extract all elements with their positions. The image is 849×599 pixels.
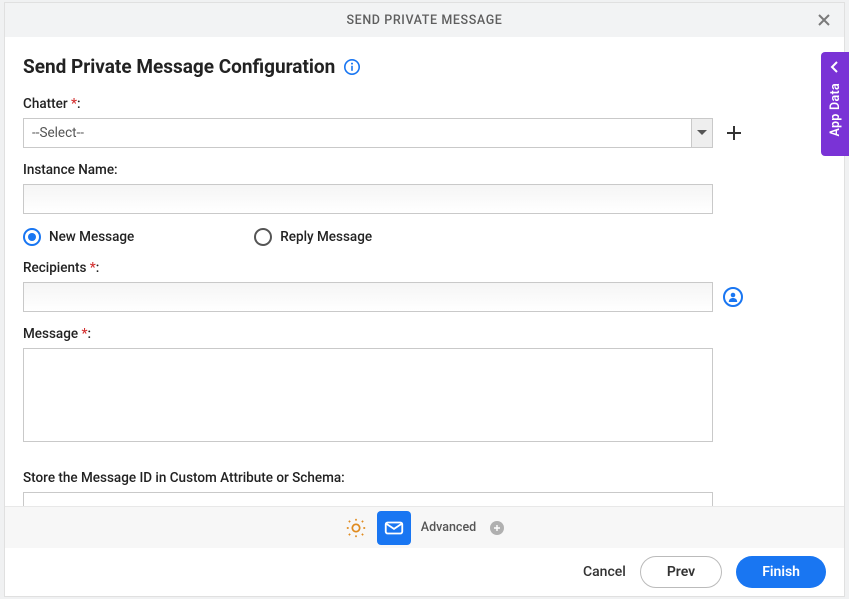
close-icon bbox=[816, 12, 832, 28]
content-area: Send Private Message Configuration Chatt… bbox=[5, 37, 844, 506]
recipients-row bbox=[23, 282, 826, 312]
field-chatter: Chatter *: bbox=[23, 96, 826, 148]
radio-indicator bbox=[23, 228, 41, 246]
user-icon bbox=[727, 291, 739, 303]
recipients-label: Recipients *: bbox=[23, 260, 826, 276]
store-label: Store the Message ID in Custom Attribute… bbox=[23, 470, 826, 486]
store-message-id-input[interactable] bbox=[23, 492, 713, 506]
titlebar: SEND PRIVATE MESSAGE bbox=[5, 3, 844, 37]
radio-reply-label: Reply Message bbox=[280, 229, 372, 245]
chatter-select-input[interactable] bbox=[23, 118, 691, 148]
footer: Cancel Prev Finish bbox=[5, 548, 844, 596]
recipients-label-text: Recipients bbox=[23, 260, 90, 276]
plus-icon bbox=[493, 524, 501, 532]
pick-user-button[interactable] bbox=[723, 287, 743, 307]
radio-new-message[interactable]: New Message bbox=[23, 228, 134, 246]
radio-dot bbox=[28, 233, 36, 241]
chatter-select[interactable] bbox=[23, 118, 713, 148]
chevron-down-icon bbox=[697, 130, 707, 136]
field-store-message-id: Store the Message ID in Custom Attribute… bbox=[23, 470, 826, 506]
page-title-row: Send Private Message Configuration bbox=[23, 55, 826, 78]
info-icon[interactable] bbox=[343, 58, 361, 76]
recipients-input[interactable] bbox=[23, 282, 713, 312]
radio-new-label: New Message bbox=[49, 229, 134, 245]
gear-icon bbox=[345, 517, 367, 539]
chatter-add-button[interactable] bbox=[723, 122, 745, 144]
field-message: Message *: bbox=[23, 326, 826, 446]
message-type-radios: New Message Reply Message bbox=[23, 228, 826, 246]
side-tab-label: App Data bbox=[828, 83, 843, 137]
radio-indicator bbox=[254, 228, 272, 246]
settings-button[interactable] bbox=[345, 517, 367, 539]
instance-name-input[interactable] bbox=[23, 184, 713, 214]
advanced-label: Advanced bbox=[421, 520, 476, 535]
plus-icon bbox=[725, 124, 743, 142]
prev-button[interactable]: Prev bbox=[640, 556, 722, 588]
finish-button[interactable]: Finish bbox=[736, 556, 826, 588]
envelope-button[interactable] bbox=[377, 511, 411, 545]
advanced-add-button[interactable] bbox=[490, 521, 504, 535]
chatter-label-text: Chatter bbox=[23, 96, 71, 112]
colon: : bbox=[77, 96, 81, 112]
chatter-dropdown-button[interactable] bbox=[691, 118, 713, 148]
field-instance-name: Instance Name: bbox=[23, 162, 826, 214]
instance-label: Instance Name: bbox=[23, 162, 826, 178]
cancel-button[interactable]: Cancel bbox=[583, 564, 626, 580]
colon: : bbox=[96, 260, 100, 276]
message-label-text: Message bbox=[23, 326, 81, 342]
chatter-label: Chatter *: bbox=[23, 96, 826, 112]
message-textarea[interactable] bbox=[23, 348, 713, 442]
app-data-side-tab[interactable]: App Data bbox=[821, 52, 849, 156]
chatter-row bbox=[23, 118, 826, 148]
colon: : bbox=[87, 326, 91, 342]
close-button[interactable] bbox=[812, 8, 836, 32]
dialog: SEND PRIVATE MESSAGE Send Private Messag… bbox=[4, 2, 845, 597]
toolbar-strip: Advanced bbox=[5, 506, 844, 548]
titlebar-title: SEND PRIVATE MESSAGE bbox=[347, 13, 503, 28]
message-label: Message *: bbox=[23, 326, 826, 342]
field-recipients: Recipients *: bbox=[23, 260, 826, 312]
radio-reply-message[interactable]: Reply Message bbox=[254, 228, 372, 246]
page-title: Send Private Message Configuration bbox=[23, 55, 335, 78]
chevron-left-icon bbox=[830, 58, 840, 77]
envelope-icon bbox=[383, 517, 405, 539]
